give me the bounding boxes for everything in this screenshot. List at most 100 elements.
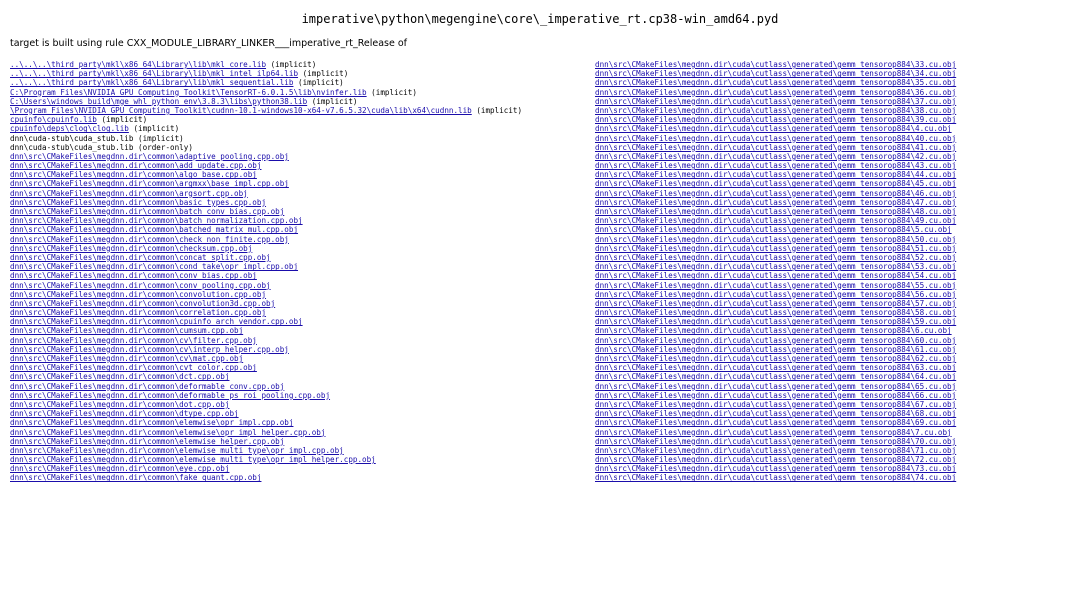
dependency-item: dnn\src\CMakeFiles\megdnn.dir\common\bat… [10,216,522,225]
dependency-link[interactable]: dnn\src\CMakeFiles\megdnn.dir\cuda\cutla… [595,106,956,115]
dependency-link[interactable]: dnn\src\CMakeFiles\megdnn.dir\cuda\cutla… [595,363,956,372]
dependency-link[interactable]: dnn\src\CMakeFiles\megdnn.dir\common\fak… [10,473,261,482]
dependency-link[interactable]: dnn\src\CMakeFiles\megdnn.dir\common\alg… [10,170,257,179]
dependency-note: (order-only) [133,142,193,152]
dependency-item: cpuinfo\deps\clog\clog.lib (implicit) [10,124,522,133]
dependency-link[interactable]: dnn\src\CMakeFiles\megdnn.dir\cuda\cutla… [595,473,956,482]
dependency-link[interactable]: dnn\src\CMakeFiles\megdnn.dir\common\con… [10,290,266,299]
dependency-link[interactable]: dnn\src\CMakeFiles\megdnn.dir\cuda\cutla… [595,60,956,69]
dependency-link[interactable]: dnn\src\CMakeFiles\megdnn.dir\cuda\cutla… [595,78,956,87]
dependency-item: dnn\src\CMakeFiles\megdnn.dir\cuda\cutla… [595,179,956,188]
dependency-link[interactable]: ..\..\..\third_party\mkl\x86_64\Library\… [10,78,293,87]
dependency-link[interactable]: dnn\src\CMakeFiles\megdnn.dir\common\con… [10,299,275,308]
dependency-link[interactable]: C:\Program Files\NVIDIA GPU Computing To… [10,88,367,97]
dependency-link[interactable]: dnn\src\CMakeFiles\megdnn.dir\common\arg… [10,189,248,198]
dependency-link[interactable]: dnn\src\CMakeFiles\megdnn.dir\cuda\cutla… [595,262,956,271]
dependency-link[interactable]: dnn\src\CMakeFiles\megdnn.dir\cuda\cutla… [595,372,956,381]
dependency-link[interactable]: dnn\src\CMakeFiles\megdnn.dir\cuda\cutla… [595,88,956,97]
dependency-link[interactable]: dnn\src\CMakeFiles\megdnn.dir\common\dct… [10,372,229,381]
dependency-link[interactable]: dnn\src\CMakeFiles\megdnn.dir\common\bat… [10,216,303,225]
dependency-link[interactable]: dnn\src\CMakeFiles\megdnn.dir\cuda\cutla… [595,189,956,198]
dependency-item: dnn\src\CMakeFiles\megdnn.dir\common\cum… [10,326,522,335]
dependency-item: dnn\src\CMakeFiles\megdnn.dir\cuda\cutla… [595,354,956,363]
dependency-link[interactable]: cpuinfo\deps\clog\clog.lib [10,124,129,133]
dependency-link[interactable]: dnn\src\CMakeFiles\megdnn.dir\common\ele… [10,446,344,455]
dependency-link[interactable]: dnn\src\CMakeFiles\megdnn.dir\common\def… [10,382,284,391]
dependency-link[interactable]: dnn\src\CMakeFiles\megdnn.dir\cuda\cutla… [595,290,956,299]
dependency-link[interactable]: dnn\src\CMakeFiles\megdnn.dir\common\cv\… [10,345,289,354]
dependency-item: dnn\src\CMakeFiles\megdnn.dir\cuda\cutla… [595,198,956,207]
dependency-link[interactable]: dnn\src\CMakeFiles\megdnn.dir\cuda\cutla… [595,382,956,391]
dependency-link[interactable]: dnn\src\CMakeFiles\megdnn.dir\common\che… [10,235,289,244]
dependency-link[interactable]: dnn\src\CMakeFiles\megdnn.dir\cuda\cutla… [595,326,952,335]
dependency-link[interactable]: dnn\src\CMakeFiles\megdnn.dir\cuda\cutla… [595,161,956,170]
dependency-link[interactable]: dnn\src\CMakeFiles\megdnn.dir\cuda\cutla… [595,308,956,317]
dependency-link[interactable]: dnn\src\CMakeFiles\megdnn.dir\common\con… [10,281,271,290]
dependency-link[interactable]: dnn\src\CMakeFiles\megdnn.dir\common\cor… [10,308,266,317]
dependency-link[interactable]: dnn\src\CMakeFiles\megdnn.dir\common\bat… [10,225,298,234]
dependency-link[interactable]: dnn\src\CMakeFiles\megdnn.dir\cuda\cutla… [595,418,956,427]
dependency-link[interactable]: dnn\src\CMakeFiles\megdnn.dir\common\ele… [10,437,284,446]
dependency-link[interactable]: dnn\src\CMakeFiles\megdnn.dir\cuda\cutla… [595,271,956,280]
dependency-link[interactable]: dnn\src\CMakeFiles\megdnn.dir\cuda\cutla… [595,253,956,262]
dependency-link[interactable]: dnn\src\CMakeFiles\megdnn.dir\common\eye… [10,464,229,473]
dependency-link[interactable]: dnn\src\CMakeFiles\megdnn.dir\cuda\cutla… [595,69,956,78]
dependency-note: (implicit) [307,96,358,106]
dependency-link[interactable]: dnn\src\CMakeFiles\megdnn.dir\common\con… [10,262,298,271]
dependency-link[interactable]: dnn\src\CMakeFiles\megdnn.dir\common\bas… [10,198,266,207]
dependency-link[interactable]: ..\..\..\third_party\mkl\x86_64\Library\… [10,69,298,78]
dependency-link[interactable]: dnn\src\CMakeFiles\megdnn.dir\common\ada… [10,152,289,161]
dependency-link[interactable]: dnn\src\CMakeFiles\megdnn.dir\cuda\cutla… [595,124,952,133]
dependency-link[interactable]: dnn\src\CMakeFiles\megdnn.dir\common\bat… [10,207,284,216]
dependency-link[interactable]: dnn\src\CMakeFiles\megdnn.dir\common\con… [10,271,257,280]
dependency-link[interactable]: cpuinfo\cpuinfo.lib [10,115,97,124]
dependency-link[interactable]: dnn\src\CMakeFiles\megdnn.dir\common\con… [10,253,271,262]
dependency-link[interactable]: dnn\src\CMakeFiles\megdnn.dir\cuda\cutla… [595,400,956,409]
dependency-link[interactable]: \Program Files\NVIDIA GPU Computing Tool… [10,106,472,115]
dependency-link[interactable]: dnn\src\CMakeFiles\megdnn.dir\cuda\cutla… [595,391,956,400]
dependency-item: dnn\src\CMakeFiles\megdnn.dir\common\alg… [10,170,522,179]
dependency-link[interactable]: dnn\src\CMakeFiles\megdnn.dir\common\ele… [10,428,325,437]
dependency-link[interactable]: dnn\src\CMakeFiles\megdnn.dir\cuda\cutla… [595,143,956,152]
dependency-link[interactable]: dnn\src\CMakeFiles\megdnn.dir\cuda\cutla… [595,354,956,363]
dependency-link[interactable]: dnn\src\CMakeFiles\megdnn.dir\common\arg… [10,179,289,188]
dependency-link[interactable]: dnn\src\CMakeFiles\megdnn.dir\cuda\cutla… [595,170,956,179]
dependency-link[interactable]: C:\Users\windows_build\mge_whl_python_en… [10,97,307,106]
dependency-link[interactable]: dnn\src\CMakeFiles\megdnn.dir\cuda\cutla… [595,446,956,455]
dependency-link[interactable]: dnn\src\CMakeFiles\megdnn.dir\cuda\cutla… [595,299,956,308]
dependency-link[interactable]: dnn\src\CMakeFiles\megdnn.dir\cuda\cutla… [595,455,956,464]
dependency-link[interactable]: dnn\src\CMakeFiles\megdnn.dir\cuda\cutla… [595,235,956,244]
dependency-link[interactable]: dnn\src\CMakeFiles\megdnn.dir\cuda\cutla… [595,464,956,473]
dependency-link[interactable]: dnn\src\CMakeFiles\megdnn.dir\cuda\cutla… [595,97,956,106]
dependency-link[interactable]: dnn\src\CMakeFiles\megdnn.dir\common\ele… [10,418,293,427]
dependency-link[interactable]: dnn\src\CMakeFiles\megdnn.dir\cuda\cutla… [595,207,956,216]
dependency-link[interactable]: dnn\src\CMakeFiles\megdnn.dir\common\cv\… [10,354,243,363]
dependency-link[interactable]: dnn\src\CMakeFiles\megdnn.dir\common\def… [10,391,330,400]
dependency-link[interactable]: dnn\src\CMakeFiles\megdnn.dir\common\dty… [10,409,239,418]
dependency-link[interactable]: dnn\src\CMakeFiles\megdnn.dir\cuda\cutla… [595,225,952,234]
dependency-link[interactable]: dnn\src\CMakeFiles\megdnn.dir\common\dot… [10,400,229,409]
dependency-link[interactable]: dnn\src\CMakeFiles\megdnn.dir\common\cvt… [10,363,257,372]
dependency-item: dnn\src\CMakeFiles\megdnn.dir\cuda\cutla… [595,170,956,179]
dependency-link[interactable]: dnn\src\CMakeFiles\megdnn.dir\cuda\cutla… [595,437,956,446]
dependency-link[interactable]: dnn\src\CMakeFiles\megdnn.dir\cuda\cutla… [595,216,956,225]
dependency-link[interactable]: dnn\src\CMakeFiles\megdnn.dir\cuda\cutla… [595,198,956,207]
dependency-link[interactable]: dnn\src\CMakeFiles\megdnn.dir\common\add… [10,161,261,170]
dependency-link[interactable]: dnn\src\CMakeFiles\megdnn.dir\cuda\cutla… [595,152,956,161]
dependency-link[interactable]: dnn\src\CMakeFiles\megdnn.dir\cuda\cutla… [595,134,956,143]
dependency-link[interactable]: ..\..\..\third_party\mkl\x86_64\Library\… [10,60,266,69]
dependency-link[interactable]: dnn\src\CMakeFiles\megdnn.dir\common\cv\… [10,336,257,345]
dependency-link[interactable]: dnn\src\CMakeFiles\megdnn.dir\cuda\cutla… [595,345,956,354]
dependency-link[interactable]: dnn\src\CMakeFiles\megdnn.dir\common\che… [10,244,252,253]
dependency-link[interactable]: dnn\src\CMakeFiles\megdnn.dir\cuda\cutla… [595,244,956,253]
dependency-link[interactable]: dnn\src\CMakeFiles\megdnn.dir\cuda\cutla… [595,409,956,418]
dependency-link[interactable]: dnn\src\CMakeFiles\megdnn.dir\common\ele… [10,455,376,464]
dependency-link[interactable]: dnn\src\CMakeFiles\megdnn.dir\cuda\cutla… [595,336,956,345]
dependency-link[interactable]: dnn\src\CMakeFiles\megdnn.dir\common\cpu… [10,317,303,326]
dependency-link[interactable]: dnn\src\CMakeFiles\megdnn.dir\cuda\cutla… [595,115,956,124]
dependency-link[interactable]: dnn\src\CMakeFiles\megdnn.dir\cuda\cutla… [595,179,956,188]
dependency-link[interactable]: dnn\src\CMakeFiles\megdnn.dir\cuda\cutla… [595,281,956,290]
dependency-link[interactable]: dnn\src\CMakeFiles\megdnn.dir\cuda\cutla… [595,317,956,326]
dependency-link[interactable]: dnn\src\CMakeFiles\megdnn.dir\common\cum… [10,326,243,335]
dependency-link[interactable]: dnn\src\CMakeFiles\megdnn.dir\cuda\cutla… [595,428,952,437]
